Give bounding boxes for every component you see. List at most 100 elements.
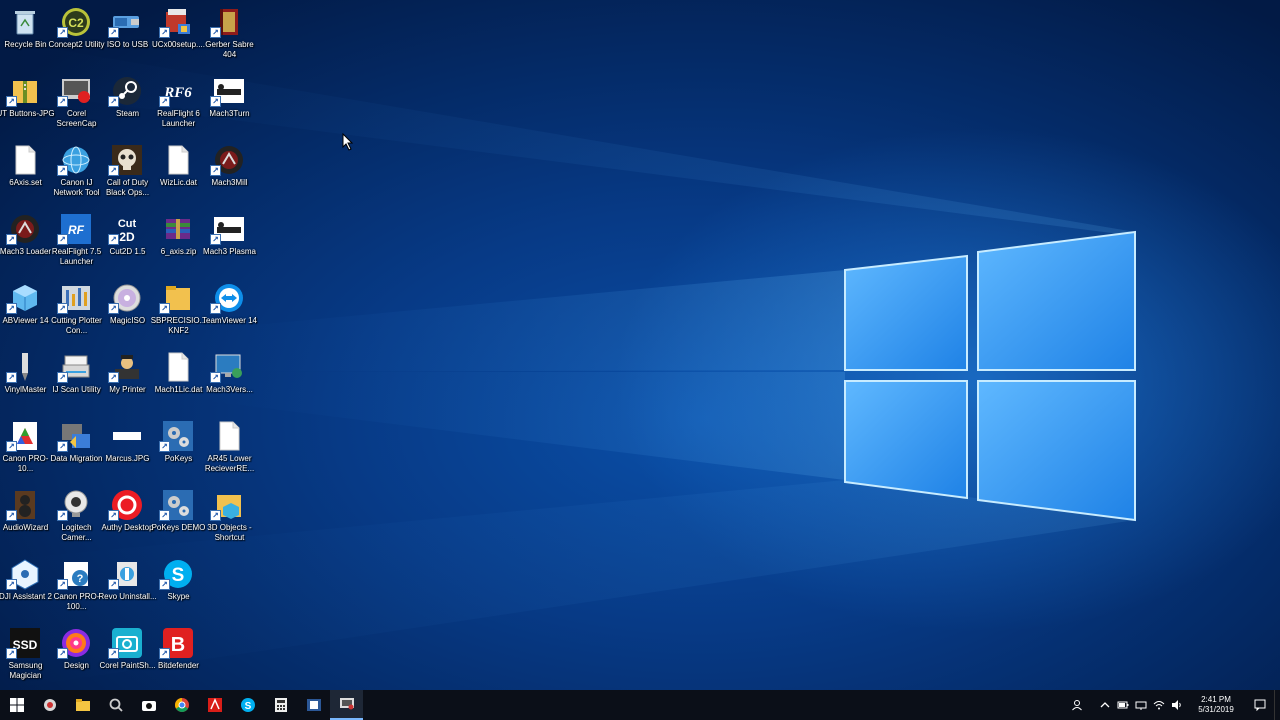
svg-text:S: S <box>172 565 185 586</box>
desktop-icon[interactable]: ↗ Cutting Plotter Con... <box>51 278 102 344</box>
desktop-icon[interactable]: RF ↗ RealFlight 7.5 Launcher <box>51 209 102 275</box>
desktop-icon[interactable]: ↗ Gerber Sabre 404 <box>204 2 255 68</box>
desktop-icon[interactable]: ↗ Mach3Vers... <box>204 347 255 413</box>
desktop-icon[interactable]: ↗ IJ Scan Utility <box>51 347 102 413</box>
blank-file-icon <box>9 144 41 176</box>
people-icon[interactable] <box>1069 690 1085 720</box>
search-icon[interactable] <box>99 690 132 720</box>
show-desktop-button[interactable] <box>1274 690 1280 720</box>
shortcut-arrow-icon: ↗ <box>210 165 221 176</box>
desktop-icon[interactable]: ? ↗ Canon PRO-100... <box>51 554 102 620</box>
volume-icon[interactable] <box>1169 690 1185 720</box>
desktop-icon-label: TeamViewer 14 <box>202 316 257 325</box>
shortcut-arrow-icon: ↗ <box>57 234 68 245</box>
desktop-icon[interactable]: C2 ↗ Concept2 Utility <box>48 2 105 68</box>
desktop-icon[interactable]: ↗ PoKeys DEMO <box>152 485 205 551</box>
shortcut-arrow-icon: ↗ <box>57 27 68 38</box>
svg-text:Cut: Cut <box>118 218 137 230</box>
desktop-icon[interactable]: ↗ UT Buttons-JPG <box>0 71 55 137</box>
desktop-icon-label: Mach3Mill <box>211 178 248 187</box>
blank-file-icon <box>213 420 245 452</box>
battery-icon[interactable] <box>1115 690 1131 720</box>
desktop-icon[interactable]: ↗ 3D Objects - Shortcut <box>204 485 255 551</box>
desktop-icon[interactable]: B ↗ Bitdefender <box>153 623 204 689</box>
desktop-icon-label: Mach3Vers... <box>206 385 253 394</box>
blank-file-icon <box>162 144 194 176</box>
shortcut-arrow-icon: ↗ <box>6 441 17 452</box>
desktop-icon[interactable]: Cut 2D ↗ Cut2D 1.5 <box>102 209 153 275</box>
desktop-icon[interactable]: Recycle Bin <box>0 2 51 68</box>
shortcut-arrow-icon: ↗ <box>108 579 119 590</box>
desktop-icon[interactable]: ↗ DJI Assistant 2 <box>0 554 52 620</box>
shortcut-arrow-icon: ↗ <box>108 234 119 245</box>
taskbar-clock[interactable]: 2:41 PM 5/31/2019 <box>1192 695 1240 715</box>
skype-taskbar-icon[interactable]: S <box>231 690 264 720</box>
desktop-icon[interactable]: SSD ↗ Samsung Magician <box>0 623 51 689</box>
wifi-icon[interactable] <box>1151 690 1167 720</box>
shortcut-arrow-icon: ↗ <box>159 579 170 590</box>
desktop-icon[interactable]: 6Axis.set <box>0 140 51 206</box>
desktop-icon[interactable]: ↗ Corel ScreenCap <box>51 71 102 137</box>
desktop-icon[interactable]: ↗ My Printer <box>102 347 153 413</box>
chrome-icon[interactable] <box>165 690 198 720</box>
desktop-icon[interactable]: ↗ Canon IJ Network Tool <box>51 140 102 206</box>
desktop-icon[interactable]: AR45 Lower RecieverRE... <box>204 416 255 482</box>
desktop-icon[interactable]: ↗ Corel PaintSh... <box>99 623 156 689</box>
screencap-taskbar-icon[interactable] <box>33 690 66 720</box>
desktop-icon[interactable]: Mach1Lic.dat <box>153 347 204 413</box>
desktop-icon[interactable]: ↗ Authy Desktop <box>101 485 154 551</box>
desktop-icon[interactable]: ↗ VinylMaster <box>0 347 51 413</box>
desktop-icon[interactable]: ↗ Canon PRO-10... <box>0 416 51 482</box>
shortcut-arrow-icon: ↗ <box>57 372 68 383</box>
desktop-icon[interactable]: ↗ Revo Uninstall... <box>98 554 157 620</box>
shortcut-arrow-icon: ↗ <box>108 372 119 383</box>
desktop-icon-label: Bitdefender <box>158 661 199 670</box>
desktop-icon-label: Skype <box>167 592 190 601</box>
shortcut-arrow-icon: ↗ <box>6 372 17 383</box>
desktop-icon[interactable]: ↗ Data Migration <box>50 416 103 482</box>
recycle-bin-icon <box>9 6 41 38</box>
desktop-icon[interactable]: ↗ Mach3 Loader <box>0 209 51 275</box>
desktop-icon-label: 3D Objects - Shortcut <box>207 523 252 542</box>
shortcut-arrow-icon: ↗ <box>159 27 170 38</box>
desktop-icon[interactable]: ↗ Steam <box>102 71 153 137</box>
desktop-icon[interactable]: ↗ Logitech Camer... <box>51 485 102 551</box>
desktop-icon[interactable]: ↗ Call of Duty Black Ops... <box>102 140 153 206</box>
shortcut-arrow-icon: ↗ <box>108 303 119 314</box>
shortcut-arrow-icon: ↗ <box>57 303 68 314</box>
desktop-icon[interactable]: ↗ ABViewer 14 <box>0 278 51 344</box>
shortcut-arrow-icon: ↗ <box>6 510 17 521</box>
shortcut-arrow-icon: ↗ <box>57 510 68 521</box>
desktop-icon[interactable]: ↗ UCx00setup.... <box>152 2 205 68</box>
shortcut-arrow-icon: ↗ <box>6 648 17 659</box>
screen-app-icon[interactable] <box>330 690 363 720</box>
desktop-icon[interactable]: RF6 ↗ RealFlight 6 Launcher <box>153 71 204 137</box>
shortcut-arrow-icon: ↗ <box>57 165 68 176</box>
desktop-icon[interactable]: WizLic.dat <box>153 140 204 206</box>
acrobat-icon[interactable] <box>198 690 231 720</box>
desktop-icon[interactable]: ↗ Mach3Turn <box>204 71 255 137</box>
network-icon[interactable] <box>1133 690 1149 720</box>
desktop-icon-label: Mach3 Plasma <box>203 247 256 256</box>
shortcut-arrow-icon: ↗ <box>210 303 221 314</box>
desktop-icon[interactable]: ↗ Mach3Mill <box>204 140 255 206</box>
desktop-icon[interactable]: ↗ PoKeys <box>153 416 204 482</box>
file-explorer-icon[interactable] <box>66 690 99 720</box>
shortcut-arrow-icon: ↗ <box>108 96 119 107</box>
desktop-icon[interactable]: Marcus.JPG <box>102 416 153 482</box>
camera-taskbar-icon[interactable] <box>132 690 165 720</box>
document-app-icon[interactable] <box>297 690 330 720</box>
desktop-icon[interactable]: ↗ ISO to USB <box>102 2 153 68</box>
start-button[interactable] <box>0 690 33 720</box>
desktop-icon[interactable]: 6_axis.zip <box>153 209 204 275</box>
desktop-icon[interactable]: ↗ Design <box>51 623 102 689</box>
desktop-icon[interactable]: S ↗ Skype <box>153 554 204 620</box>
chevron-up-icon[interactable] <box>1097 690 1113 720</box>
calculator-icon[interactable] <box>264 690 297 720</box>
desktop-icon[interactable]: ↗ AudioWizard <box>0 485 51 551</box>
action-center-icon[interactable] <box>1246 690 1274 720</box>
desktop-icon[interactable]: ↗ SBPRECISIO... KNF2 <box>151 278 206 344</box>
desktop-icon[interactable]: ↗ Mach3 Plasma <box>203 209 256 275</box>
desktop-icon[interactable]: ↗ TeamViewer 14 <box>202 278 257 344</box>
desktop-icon[interactable]: ↗ MagicISO <box>102 278 153 344</box>
